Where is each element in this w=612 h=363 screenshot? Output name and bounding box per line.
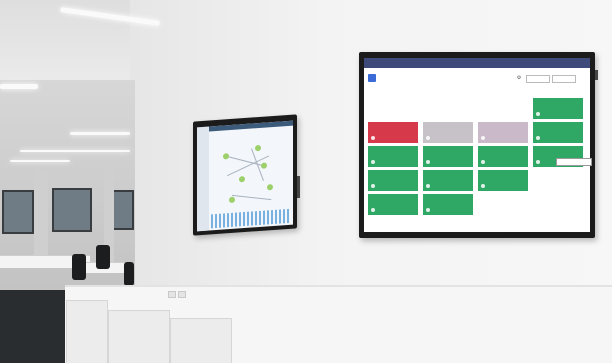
network-node <box>267 184 273 191</box>
network-node <box>229 196 235 204</box>
pillar <box>34 170 48 265</box>
status-icon <box>371 184 375 188</box>
status-icon <box>371 160 375 164</box>
shelf-unit <box>108 310 170 363</box>
status-tile[interactable] <box>423 146 473 167</box>
status-tile[interactable] <box>368 194 418 215</box>
status-icon <box>481 184 485 188</box>
status-icon <box>481 160 485 164</box>
status-tile[interactable] <box>423 122 473 143</box>
network-node <box>261 162 267 169</box>
status-tile[interactable] <box>478 170 528 191</box>
status-icon <box>371 208 375 212</box>
status-tile[interactable] <box>478 146 528 167</box>
window <box>2 190 34 234</box>
shelf-unit <box>170 318 232 363</box>
status-tile[interactable] <box>423 170 473 191</box>
office-chair <box>124 262 134 286</box>
app-header <box>368 74 410 84</box>
control-button-2[interactable] <box>552 75 576 83</box>
office-chair <box>72 254 86 280</box>
wall-outlet <box>168 291 176 298</box>
monitor-mount <box>595 70 598 80</box>
office-chair <box>96 245 110 269</box>
screen-sidebar <box>197 126 209 232</box>
ceiling-light <box>70 132 130 135</box>
status-tile[interactable] <box>533 98 583 119</box>
office-photo: ⚙ <box>0 0 612 363</box>
status-icon <box>426 184 430 188</box>
wall-outlet <box>178 291 186 298</box>
app-logo-icon <box>368 74 376 82</box>
settings-icon[interactable]: ⚙ <box>516 75 522 81</box>
status-tile[interactable] <box>368 122 418 143</box>
status-tile[interactable] <box>533 122 583 143</box>
status-tile[interactable] <box>423 194 473 215</box>
network-node <box>223 153 229 160</box>
ceiling-light <box>20 150 130 152</box>
status-icon <box>536 136 540 140</box>
status-icon <box>426 160 430 164</box>
ceiling-light <box>10 160 70 162</box>
status-icon <box>536 160 540 164</box>
dashboard-topbar <box>364 58 590 68</box>
traffic-chart <box>211 208 291 229</box>
status-tile[interactable] <box>368 170 418 191</box>
monitor-mount <box>297 176 300 198</box>
status-icon <box>426 136 430 140</box>
status-icon <box>426 208 430 212</box>
network-node <box>255 144 261 152</box>
status-icon <box>481 136 485 140</box>
shelf-unit <box>66 300 108 363</box>
status-icon <box>536 112 540 116</box>
ceiling-light <box>0 84 38 89</box>
tooltip <box>556 158 592 166</box>
status-tile[interactable] <box>478 122 528 143</box>
window <box>52 188 92 232</box>
status-icon <box>371 136 375 140</box>
network-node <box>239 176 245 183</box>
window <box>112 190 134 230</box>
network-map-screen <box>197 120 293 232</box>
network-link <box>231 194 272 201</box>
control-button-1[interactable] <box>526 75 550 83</box>
status-tile[interactable] <box>368 146 418 167</box>
dashboard-screen: ⚙ <box>364 58 590 232</box>
